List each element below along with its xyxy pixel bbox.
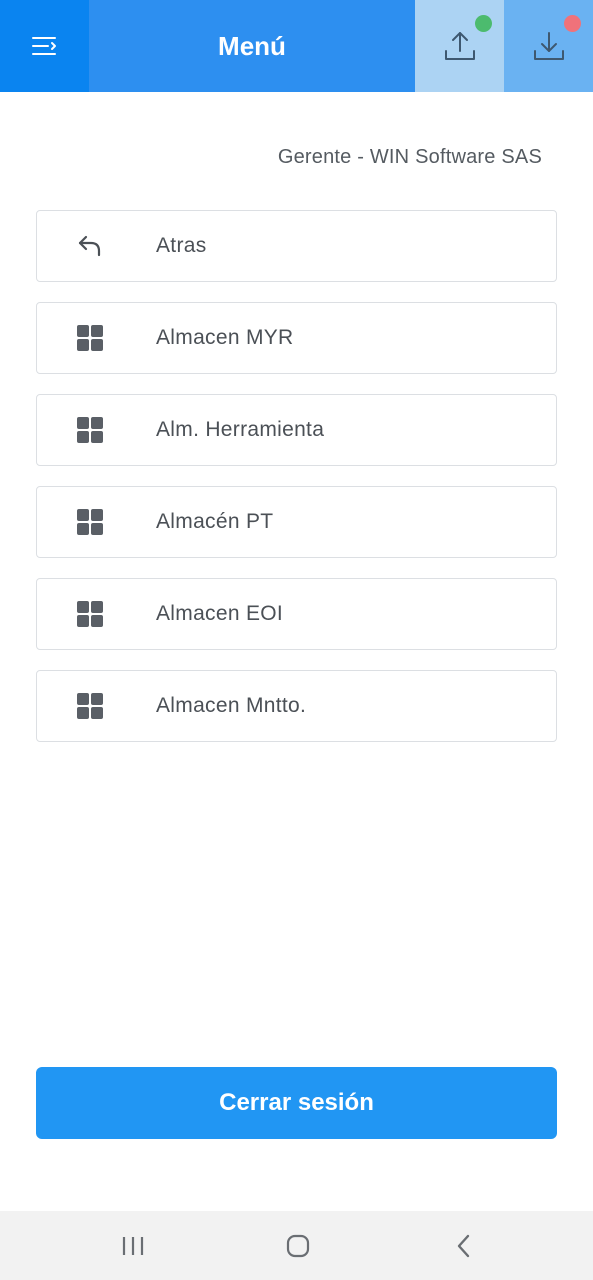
back-arrow-icon xyxy=(37,234,141,258)
menu-item-alm-herramienta[interactable]: Alm. Herramienta xyxy=(36,394,557,466)
recent-apps-button[interactable] xyxy=(116,1233,150,1259)
download-status-dot xyxy=(564,15,581,32)
back-chevron-icon xyxy=(457,1234,470,1258)
app-screen: Menú Gerente - WIN Software SAS Atras Al… xyxy=(0,0,593,1280)
hamburger-icon xyxy=(31,37,56,55)
menu-item-almacen-pt[interactable]: Almacén PT xyxy=(36,486,557,558)
back-button[interactable] xyxy=(448,1231,480,1261)
grid-icon xyxy=(76,693,103,719)
upload-status-dot xyxy=(475,15,492,32)
hamburger-menu-button[interactable] xyxy=(0,0,89,92)
menu-item-label: Almacen Mntto. xyxy=(156,694,307,717)
grid-icon xyxy=(76,509,103,535)
menu-item-almacen-myr[interactable]: Almacen MYR xyxy=(36,302,557,374)
menu-item-label: Almacen MYR xyxy=(156,326,294,349)
menu-item-almacen-eoi[interactable]: Almacen EOI xyxy=(36,578,557,650)
user-role-label: Gerente - WIN Software SAS xyxy=(277,146,542,168)
upload-icon xyxy=(444,32,475,60)
grid-icon xyxy=(76,325,103,351)
grid-icon xyxy=(76,417,103,443)
logout-button[interactable]: Cerrar sesión xyxy=(36,1067,557,1139)
menu-item-label: Almacén PT xyxy=(156,510,274,533)
download-button[interactable] xyxy=(504,0,593,92)
home-icon xyxy=(286,1234,310,1258)
page-title: Menú xyxy=(89,0,415,92)
app-header: Menú xyxy=(0,0,593,92)
menu-item-label: Atras xyxy=(156,234,207,257)
menu-item-label: Almacen EOI xyxy=(156,602,284,625)
menu-item-label: Alm. Herramienta xyxy=(156,418,325,441)
download-icon xyxy=(533,32,564,60)
menu-item-almacen-mntto[interactable]: Almacen Mntto. xyxy=(36,670,557,742)
recent-apps-icon xyxy=(122,1237,144,1255)
system-nav-bar xyxy=(0,1211,593,1280)
grid-icon xyxy=(76,601,103,627)
menu-list: Atras Almacen MYR Alm. Herramienta Almac… xyxy=(36,210,557,762)
home-button[interactable] xyxy=(280,1231,316,1261)
upload-button[interactable] xyxy=(415,0,504,92)
menu-item-atras[interactable]: Atras xyxy=(36,210,557,282)
